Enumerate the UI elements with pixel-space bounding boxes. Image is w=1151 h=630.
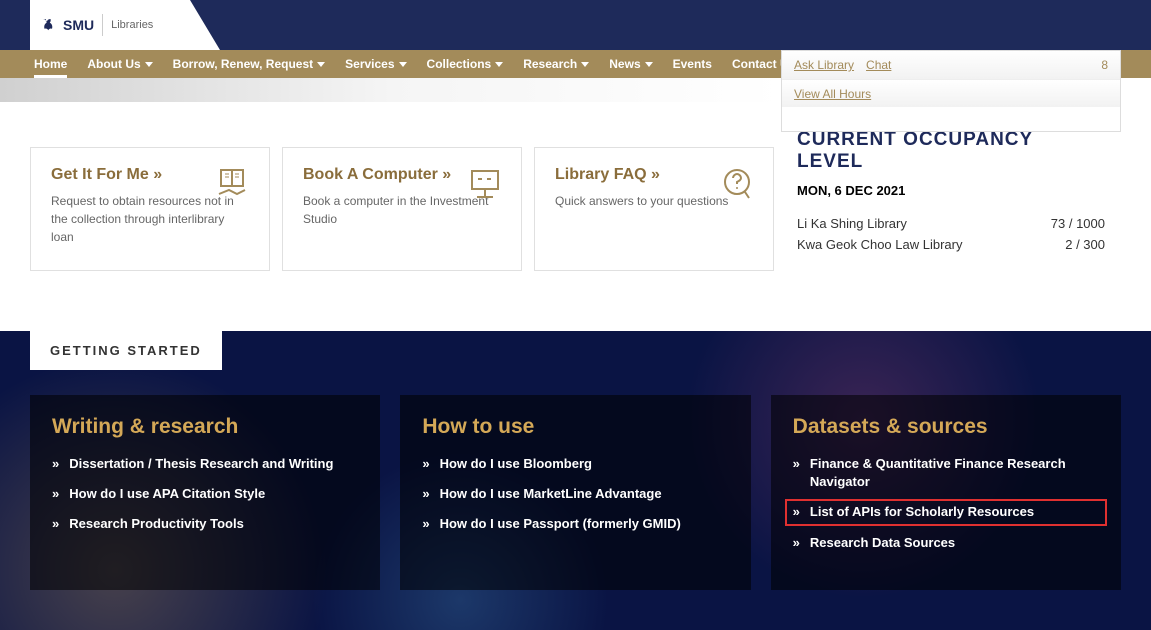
occupancy-date: MON, 6 DEC 2021 [797, 183, 1105, 198]
gs-link[interactable]: » How do I use APA Citation Style [52, 485, 358, 503]
raquo-icon: » [52, 455, 59, 473]
gs-link[interactable]: » Research Productivity Tools [52, 515, 358, 533]
raquo-icon: » [52, 515, 59, 533]
nav-item-services[interactable]: Services [345, 57, 406, 71]
ask-library-link[interactable]: Ask Library [794, 58, 854, 72]
quick-card-0: Get It For Me »Request to obtain resourc… [30, 147, 270, 271]
gs-link-label: Research Data Sources [810, 534, 955, 552]
gradient-strip [0, 78, 781, 102]
occupancy-value: 2 / 300 [1065, 237, 1105, 252]
gs-link-label: Research Productivity Tools [69, 515, 244, 533]
occupancy-row: Li Ka Shing Library 73 / 1000 [797, 216, 1105, 231]
chevron-down-icon [645, 62, 653, 67]
chevron-down-icon [145, 62, 153, 67]
raquo-icon: » [793, 534, 800, 552]
occupancy-panel: CURRENT OCCUPANCY LEVEL MON, 6 DEC 2021 … [781, 115, 1121, 272]
nav-item-events[interactable]: Events [673, 57, 712, 71]
raquo-icon: » [422, 455, 429, 473]
nav-item-research[interactable]: Research [523, 57, 589, 71]
hours-count: 8 [1101, 58, 1108, 72]
hours-panel: Ask Library Chat 8 View All Hours [781, 50, 1121, 132]
gs-link-label: Dissertation / Thesis Research and Writi… [69, 455, 333, 473]
gs-column-heading: Writing & research [52, 415, 358, 439]
chat-link[interactable]: Chat [866, 58, 891, 72]
gs-link[interactable]: » How do I use Passport (formerly GMID) [422, 515, 728, 533]
quick-card-2: Library FAQ »Quick answers to your quest… [534, 147, 774, 271]
gs-column: Writing & research » Dissertation / Thesis… [30, 395, 380, 590]
raquo-icon: » [793, 503, 800, 521]
gs-column: Datasets & sources » Finance & Quantitativ… [771, 395, 1121, 590]
gs-link[interactable]: » Finance & Quantitative Finance Research… [793, 455, 1099, 491]
nav-item-borrow-renew-request[interactable]: Borrow, Renew, Request [173, 57, 325, 71]
occupancy-row: Kwa Geok Choo Law Library 2 / 300 [797, 237, 1105, 252]
gs-link-label: How do I use MarketLine Advantage [440, 485, 662, 503]
chevron-down-icon [317, 62, 325, 67]
gs-link-label: Finance & Quantitative Finance Research … [810, 455, 1099, 491]
chevron-down-icon [495, 62, 503, 67]
gs-column-heading: Datasets & sources [793, 415, 1099, 439]
chevron-down-icon [399, 62, 407, 67]
getting-started-tab[interactable]: GETTING STARTED [30, 331, 222, 370]
gs-link-label: How do I use Bloomberg [440, 455, 592, 473]
quick-card-1: Book A Computer »Book a computer in the … [282, 147, 522, 271]
lion-icon [40, 16, 58, 34]
chevron-down-icon [581, 62, 589, 67]
logo-sub-text: Libraries [111, 19, 153, 31]
occupancy-location: Kwa Geok Choo Law Library [797, 237, 962, 252]
gs-link[interactable]: » How do I use Bloomberg [422, 455, 728, 473]
computer-icon [467, 166, 503, 202]
gs-link[interactable]: » List of APIs for Scholarly Resources [793, 503, 1099, 521]
book-hand-icon [215, 166, 251, 202]
raquo-icon: » [793, 455, 800, 473]
raquo-icon: » [422, 485, 429, 503]
top-header: SMU Libraries [0, 0, 1151, 50]
occupancy-value: 73 / 1000 [1051, 216, 1105, 231]
highlighted-item: » List of APIs for Scholarly Resources [785, 499, 1107, 525]
occupancy-location: Li Ka Shing Library [797, 216, 907, 231]
getting-started-section: GETTING STARTED Writing & research » Disse… [0, 331, 1151, 630]
gs-column: How to use » How do I use Bloomberg » How do… [400, 395, 750, 590]
gs-link-label: How do I use Passport (formerly GMID) [440, 515, 681, 533]
gs-link[interactable]: » How do I use MarketLine Advantage [422, 485, 728, 503]
nav-item-news[interactable]: News [609, 57, 652, 71]
nav-item-about-us[interactable]: About Us [87, 57, 152, 71]
view-all-hours-link[interactable]: View All Hours [794, 87, 871, 101]
logo-divider [102, 14, 103, 36]
raquo-icon: » [52, 485, 59, 503]
logo-area[interactable]: SMU Libraries [30, 0, 190, 50]
raquo-icon: » [422, 515, 429, 533]
gs-column-heading: How to use [422, 415, 728, 439]
occupancy-title: CURRENT OCCUPANCY LEVEL [797, 129, 1105, 173]
gs-link[interactable]: » Research Data Sources [793, 534, 1099, 552]
gs-link-label: List of APIs for Scholarly Resources [810, 503, 1034, 521]
logo-main-text: SMU [63, 17, 94, 33]
nav-item-collections[interactable]: Collections [427, 57, 504, 71]
nav-item-home[interactable]: Home [34, 57, 67, 78]
gs-link-label: How do I use APA Citation Style [69, 485, 265, 503]
question-bubble-icon [719, 166, 755, 202]
gs-link[interactable]: » Dissertation / Thesis Research and Writ… [52, 455, 358, 473]
